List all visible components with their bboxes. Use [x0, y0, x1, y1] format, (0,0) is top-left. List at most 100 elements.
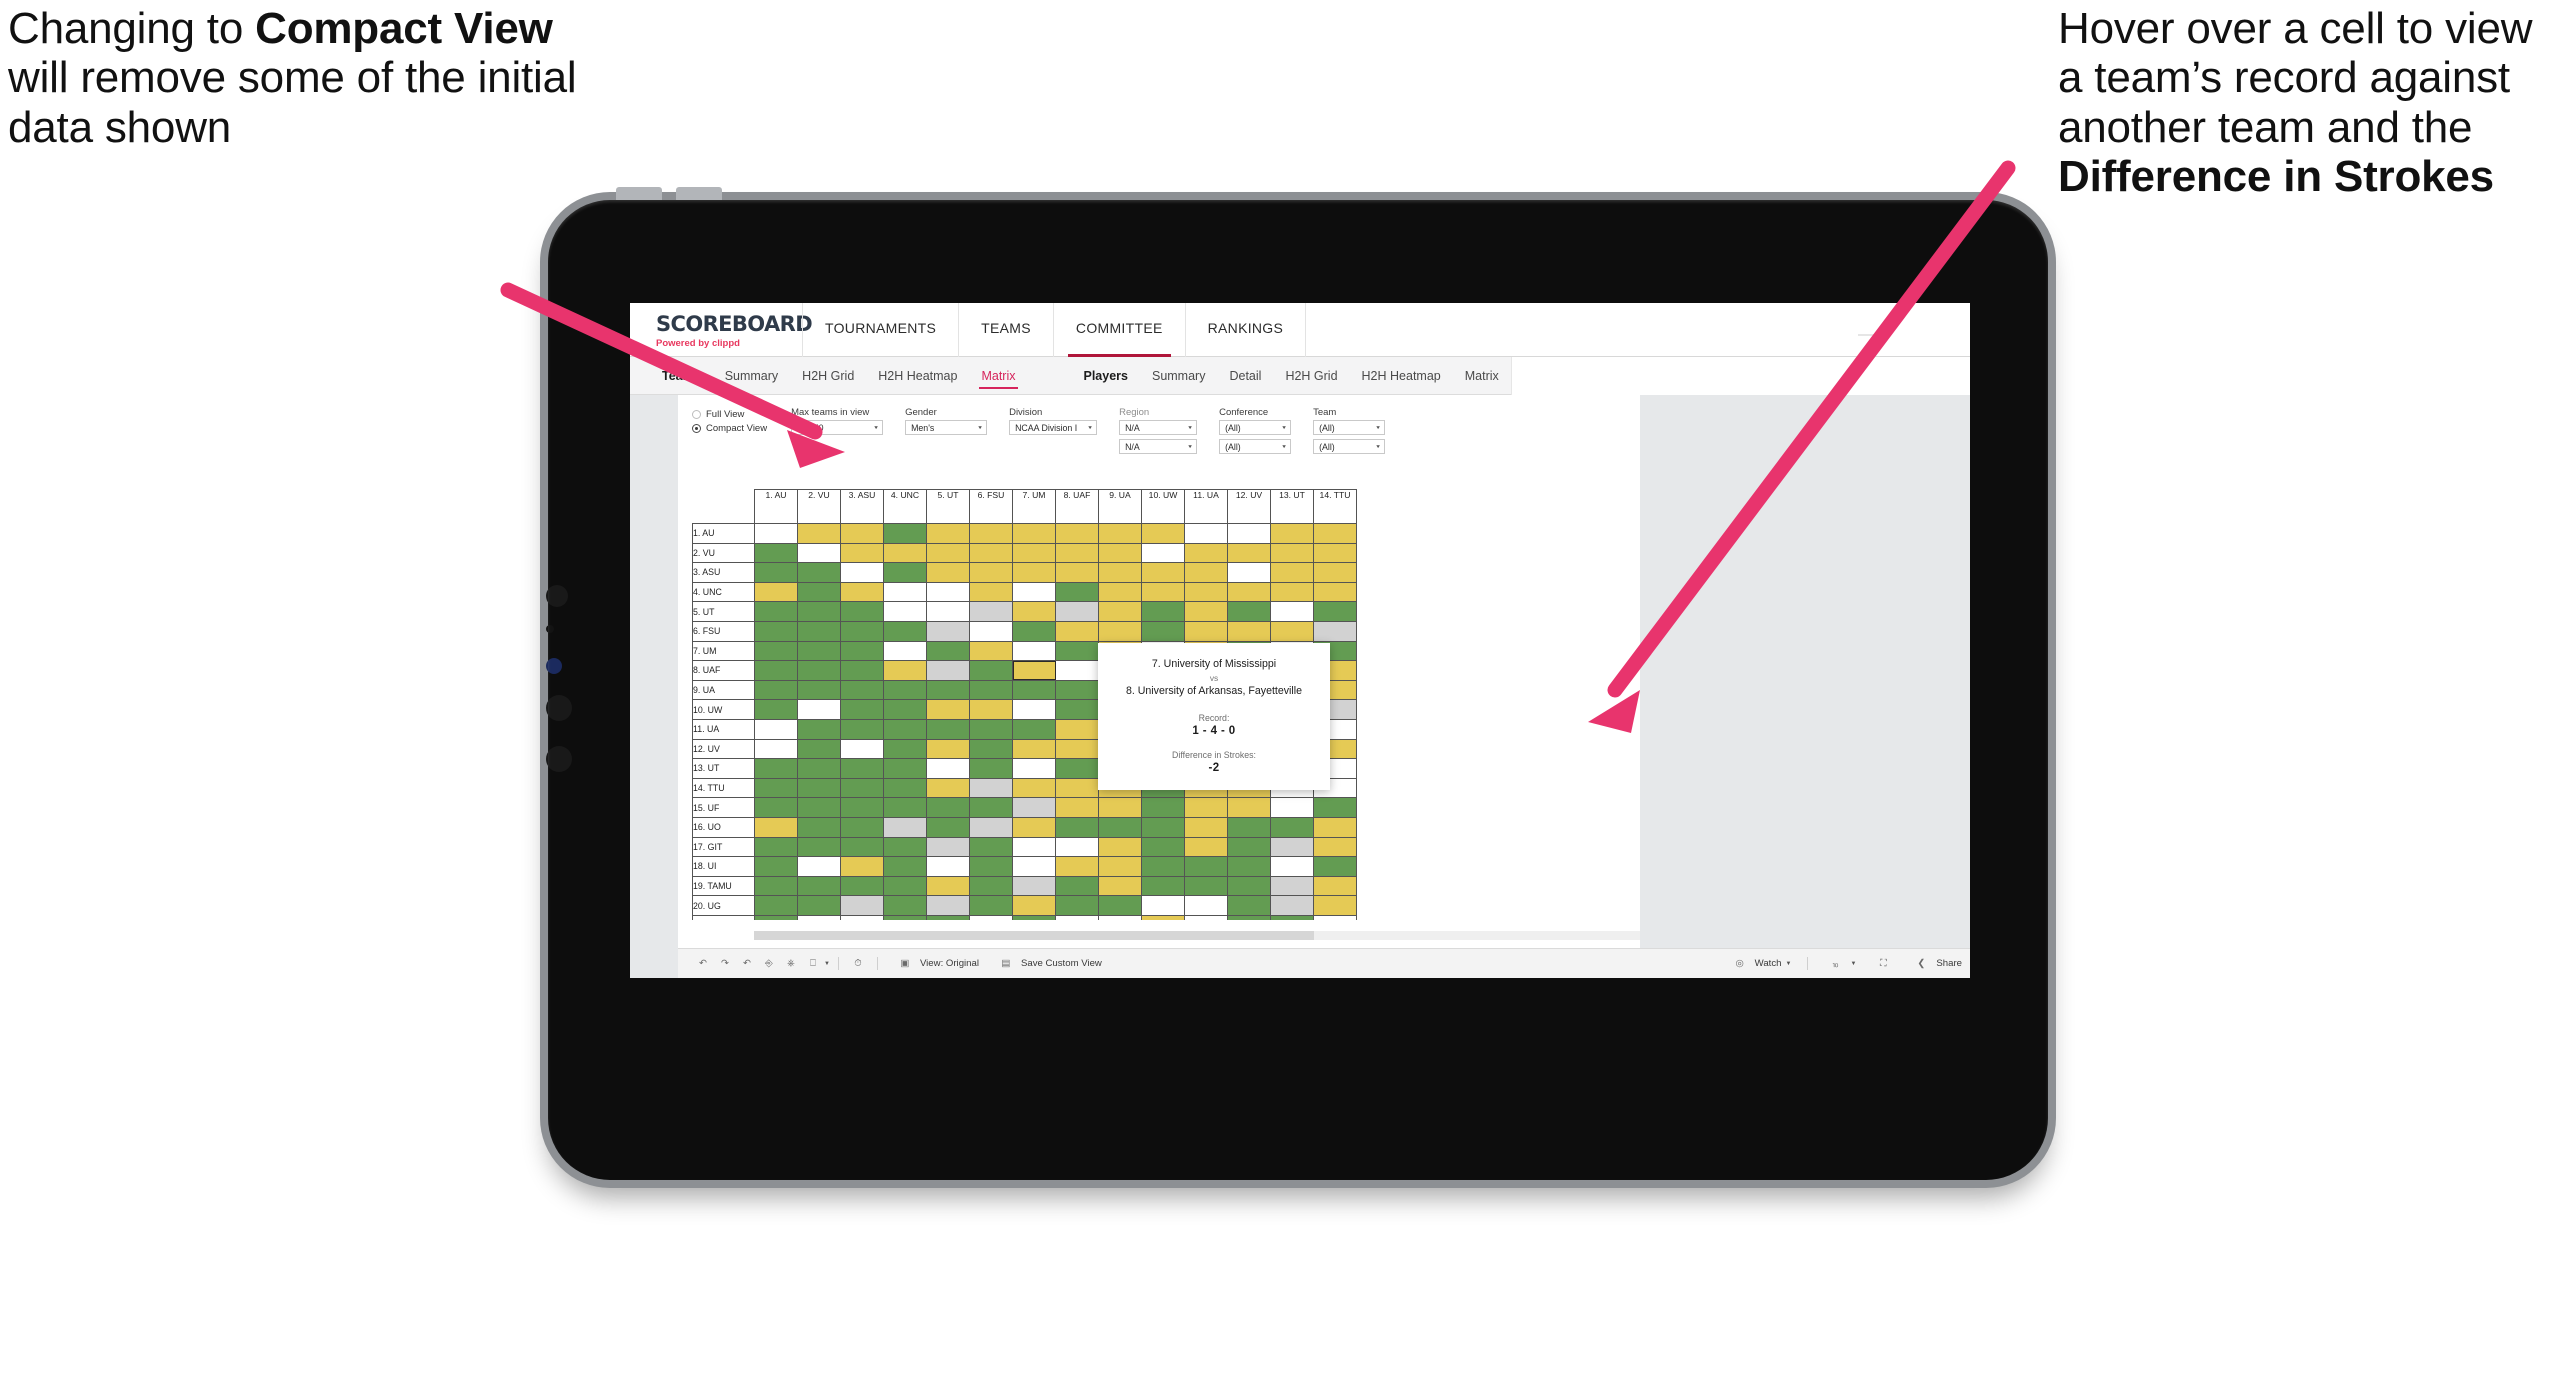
fullscreen-button[interactable]: ⛶ — [1864, 949, 1902, 979]
matrix-cell[interactable] — [797, 640, 841, 662]
matrix-cell[interactable] — [1141, 797, 1185, 818]
matrix-cell[interactable] — [926, 699, 970, 720]
matrix-cell[interactable] — [754, 523, 798, 544]
matrix-cell[interactable] — [1270, 562, 1314, 583]
matrix-cell[interactable] — [926, 542, 970, 564]
matrix-cell[interactable] — [1012, 679, 1056, 701]
matrix-cell[interactable] — [1141, 914, 1185, 920]
matrix-cell[interactable] — [1012, 895, 1056, 916]
matrix-cell[interactable] — [1055, 895, 1099, 916]
matrix-cell[interactable] — [754, 699, 798, 720]
matrix-cell[interactable] — [797, 895, 841, 916]
filter-division-select[interactable]: NCAA Division I ▼ — [1009, 420, 1098, 435]
filter-max-teams-select[interactable]: Top 50 ▼ — [791, 420, 884, 435]
pause-data-icon[interactable]: ⎈ — [780, 949, 802, 979]
matrix-cell[interactable] — [754, 679, 798, 701]
refresh-data-icon[interactable]: ⎆ — [758, 949, 780, 979]
matrix-cell[interactable] — [797, 679, 841, 701]
matrix-cell[interactable] — [754, 718, 798, 740]
matrix-cell[interactable] — [883, 699, 927, 720]
filter-region-select-1[interactable]: N/A ▼ — [1119, 420, 1198, 435]
matrix-cell[interactable] — [1141, 620, 1185, 642]
subnav-teams-h2h-heatmap[interactable]: H2H Heatmap — [866, 357, 969, 395]
filter-gender-select[interactable]: Men's ▼ — [905, 420, 988, 435]
matrix-cell[interactable] — [840, 914, 884, 920]
matrix-cell[interactable] — [1313, 816, 1357, 838]
matrix-cell[interactable] — [1184, 797, 1228, 818]
matrix-cell[interactable] — [883, 581, 927, 603]
matrix-cell[interactable] — [1055, 914, 1099, 920]
matrix-cell[interactable] — [883, 856, 927, 877]
matrix-cell[interactable] — [1184, 523, 1228, 544]
matrix-cell[interactable] — [754, 640, 798, 662]
matrix-cell[interactable] — [1313, 914, 1357, 920]
matrix-cell[interactable] — [1141, 601, 1185, 622]
matrix-cell[interactable] — [1270, 620, 1314, 642]
matrix-cell[interactable] — [840, 875, 884, 897]
matrix-cell[interactable] — [1012, 542, 1056, 564]
matrix-cell[interactable] — [1012, 620, 1056, 642]
matrix-cell[interactable] — [883, 875, 927, 897]
matrix-cell[interactable] — [926, 581, 970, 603]
matrix-cell[interactable] — [754, 856, 798, 877]
matrix-cell[interactable] — [1098, 620, 1142, 642]
matrix-cell[interactable] — [926, 620, 970, 642]
matrix-cell[interactable] — [883, 660, 927, 681]
matrix-cell[interactable] — [883, 836, 927, 858]
matrix-cell[interactable] — [797, 699, 841, 720]
subnav-players-summary[interactable]: Summary — [1140, 357, 1217, 395]
undo-icon[interactable]: ↶ — [692, 949, 714, 979]
subnav-players-matrix[interactable]: Matrix — [1453, 357, 1511, 395]
matrix-cell[interactable] — [1270, 875, 1314, 897]
subnav-teams-h2h-grid[interactable]: H2H Grid — [790, 357, 866, 395]
matrix-cell[interactable] — [1227, 816, 1271, 838]
matrix-cell[interactable] — [797, 523, 841, 544]
matrix-cell[interactable] — [926, 895, 970, 916]
matrix-cell[interactable] — [1313, 601, 1357, 622]
matrix-cell[interactable] — [1012, 797, 1056, 818]
matrix-cell[interactable] — [969, 836, 1013, 858]
radio-compact-view[interactable]: Compact View — [692, 423, 767, 434]
matrix-cell[interactable] — [1012, 738, 1056, 760]
matrix-cell[interactable] — [1012, 523, 1056, 544]
matrix-cell[interactable] — [840, 699, 884, 720]
topnav-committee[interactable]: COMMITTEE — [1052, 303, 1185, 357]
matrix-cell[interactable] — [754, 581, 798, 603]
matrix-cell[interactable] — [1184, 914, 1228, 920]
matrix-cell[interactable] — [1184, 562, 1228, 583]
matrix-cell[interactable] — [1055, 797, 1099, 818]
matrix-cell[interactable] — [1098, 875, 1142, 897]
matrix-cell[interactable] — [969, 542, 1013, 564]
matrix-cell[interactable] — [754, 758, 798, 779]
matrix-cell[interactable] — [1098, 856, 1142, 877]
matrix-cell[interactable] — [1270, 797, 1314, 818]
brand-logo[interactable]: SCOREBOARD Powered by clippd — [630, 303, 813, 350]
matrix-cell[interactable] — [1313, 875, 1357, 897]
matrix-cell[interactable] — [1055, 875, 1099, 897]
matrix-cell[interactable] — [840, 620, 884, 642]
topnav-tournaments[interactable]: TOURNAMENTS — [802, 303, 958, 357]
matrix-cell[interactable] — [1055, 699, 1099, 720]
matrix-cell[interactable] — [1270, 816, 1314, 838]
matrix-cell[interactable] — [754, 895, 798, 916]
matrix-cell[interactable] — [969, 856, 1013, 877]
matrix-cell[interactable] — [926, 523, 970, 544]
matrix-cell[interactable] — [883, 542, 927, 564]
matrix-cell[interactable] — [840, 542, 884, 564]
matrix-cell[interactable] — [1313, 581, 1357, 603]
matrix-cell[interactable] — [1012, 856, 1056, 877]
matrix-cell[interactable] — [1055, 581, 1099, 603]
matrix-cell[interactable] — [1313, 523, 1357, 544]
history-icon[interactable]: ⏱ — [847, 949, 869, 979]
matrix-cell[interactable] — [1055, 856, 1099, 877]
matrix-cell[interactable] — [1098, 895, 1142, 916]
matrix-cell[interactable] — [1270, 601, 1314, 622]
redo-icon[interactable]: ↷ — [714, 949, 736, 979]
matrix-cell[interactable] — [840, 581, 884, 603]
matrix-cell[interactable] — [754, 562, 798, 583]
matrix-cell[interactable] — [1270, 895, 1314, 916]
matrix-cell[interactable] — [1055, 542, 1099, 564]
matrix-cell[interactable] — [840, 562, 884, 583]
matrix-cell[interactable] — [1227, 914, 1271, 920]
matrix-cell[interactable] — [1313, 895, 1357, 916]
